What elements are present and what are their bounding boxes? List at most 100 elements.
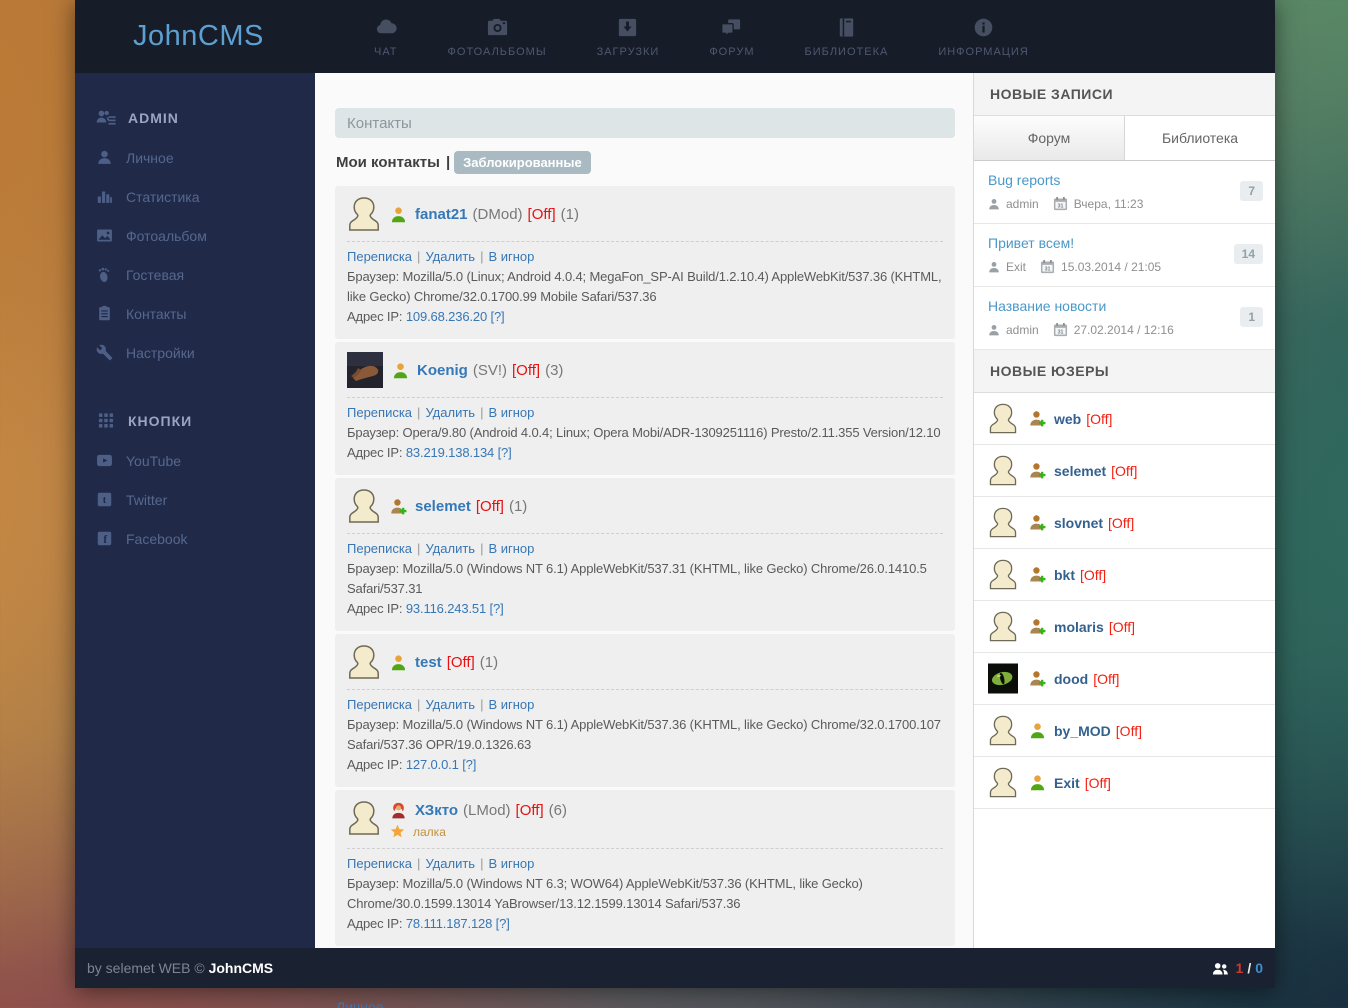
ip-link[interactable]: 78.111.187.128 <box>406 916 492 931</box>
nav-item-information[interactable]: ИНФОРМАЦИЯ <box>913 16 1053 58</box>
action-delete-link[interactable]: Удалить <box>425 541 475 556</box>
calendar-icon <box>1053 322 1068 337</box>
avatar[interactable] <box>347 488 381 524</box>
user-name-link[interactable]: molaris <box>1054 619 1104 635</box>
contact-name-link[interactable]: test <box>415 654 442 671</box>
user-add-status-icon <box>1029 670 1046 687</box>
avatar[interactable] <box>347 644 381 680</box>
admin-users-icon <box>96 109 116 126</box>
nav-item-downloads[interactable]: ЗАГРУЗКИ <box>572 16 685 58</box>
contact-name-link[interactable]: fanat21 <box>415 206 468 223</box>
sidebar-item-facebook[interactable]: Facebook <box>75 519 315 558</box>
sidebar-item-label: YouTube <box>126 453 181 469</box>
cloud-icon <box>374 16 397 39</box>
action-messages-link[interactable]: Переписка <box>347 697 412 712</box>
ip-link[interactable]: 109.68.236.20 <box>406 309 487 324</box>
ip-link[interactable]: 83.219.138.134 <box>406 445 494 460</box>
avatar[interactable] <box>988 558 1018 591</box>
post-date: Вчера, 11:23 <box>1074 197 1144 211</box>
avatar[interactable] <box>988 610 1018 643</box>
personal-link[interactable]: Личное <box>336 999 384 1008</box>
camera-icon <box>486 16 509 39</box>
sidebar-item-guestbook[interactable]: Гостевая <box>75 255 315 294</box>
action-messages-link[interactable]: Переписка <box>347 541 412 556</box>
contact-name-link[interactable]: ХЗкто <box>415 802 458 819</box>
ip-help-link[interactable]: [?] <box>462 757 476 772</box>
status-offline: [Off] <box>516 802 544 819</box>
ip-help-link[interactable]: [?] <box>498 445 512 460</box>
user-name-link[interactable]: dood <box>1054 671 1088 687</box>
contact-role: (SV!) <box>473 362 507 379</box>
avatar[interactable] <box>988 766 1018 799</box>
tab-library[interactable]: Библиотека <box>1125 116 1275 160</box>
action-delete-link[interactable]: Удалить <box>425 249 475 264</box>
blocked-button[interactable]: Заблокированные <box>454 151 591 174</box>
action-messages-link[interactable]: Переписка <box>347 405 412 420</box>
action-messages-link[interactable]: Переписка <box>347 249 412 264</box>
avatar[interactable] <box>988 506 1018 539</box>
ip-link[interactable]: 93.116.243.51 <box>406 601 486 616</box>
avatar[interactable] <box>988 662 1018 695</box>
tab-forum[interactable]: Форум <box>974 116 1125 160</box>
avatar[interactable] <box>347 196 381 232</box>
user-name-link[interactable]: by_MOD <box>1054 723 1111 739</box>
tab-my-contacts[interactable]: Мои контакты <box>336 154 440 171</box>
nav-item-chat[interactable]: ЧАТ <box>349 16 423 58</box>
action-ignore-link[interactable]: В игнор <box>488 856 534 871</box>
sidebar-item-photoalbum[interactable]: Фотоальбом <box>75 216 315 255</box>
nav-item-forum[interactable]: ФОРУМ <box>684 16 779 58</box>
user-add-status-icon <box>390 498 407 515</box>
post-title-link[interactable]: Привет всем! <box>988 235 1261 251</box>
user-name-link[interactable]: slovnet <box>1054 515 1103 531</box>
avatar[interactable] <box>988 714 1018 747</box>
avatar[interactable] <box>988 454 1018 487</box>
subnav-divider: | <box>446 154 450 171</box>
left-sidebar: ADMIN Личное Статистика Фотоальбом Госте… <box>75 73 315 948</box>
post-title-link[interactable]: Bug reports <box>988 172 1261 188</box>
action-ignore-link[interactable]: В игнор <box>488 405 534 420</box>
page-title: Контакты <box>335 108 955 138</box>
app-window: JohnCMS ЧАТ ФОТОАЛЬБОМЫ ЗАГРУЗКИ ФОРУМ Б… <box>75 0 1275 988</box>
avatar[interactable] <box>347 352 383 388</box>
sidebar-item-twitter[interactable]: Twitter <box>75 480 315 519</box>
user-name-link[interactable]: bkt <box>1054 567 1075 583</box>
contact-caption: лалка <box>413 825 446 839</box>
user-add-status-icon <box>1029 514 1046 531</box>
user-name-link[interactable]: web <box>1054 411 1081 427</box>
ip-help-link[interactable]: [?] <box>491 309 505 324</box>
action-delete-link[interactable]: Удалить <box>425 405 475 420</box>
browser-value: Mozilla/5.0 (Windows NT 6.1) AppleWebKit… <box>347 717 941 752</box>
nav-item-photoalbums[interactable]: ФОТОАЛЬБОМЫ <box>423 16 572 58</box>
info-icon <box>972 16 995 39</box>
sidebar-item-youtube[interactable]: YouTube <box>75 441 315 480</box>
sidebar-section-title: КНОПКИ <box>128 413 192 429</box>
sidebar-item-settings[interactable]: Настройки <box>75 333 315 372</box>
avatar[interactable] <box>347 800 381 836</box>
action-ignore-link[interactable]: В игнор <box>488 697 534 712</box>
star-icon <box>390 824 405 839</box>
user-name-link[interactable]: selemet <box>1054 463 1106 479</box>
nav-label: ФОТОАЛЬБОМЫ <box>448 46 547 58</box>
action-delete-link[interactable]: Удалить <box>425 856 475 871</box>
action-delete-link[interactable]: Удалить <box>425 697 475 712</box>
action-ignore-link[interactable]: В игнор <box>488 249 534 264</box>
sidebar-item-contacts[interactable]: Контакты <box>75 294 315 333</box>
sidebar-item-statistics[interactable]: Статистика <box>75 177 315 216</box>
user-row: selemet [Off] <box>974 445 1275 497</box>
contact-name-link[interactable]: Koenig <box>417 362 468 379</box>
ip-help-link[interactable]: [?] <box>496 916 510 931</box>
ip-link[interactable]: 127.0.0.1 <box>406 757 459 772</box>
ip-help-link[interactable]: [?] <box>490 601 504 616</box>
user-name-link[interactable]: Exit <box>1054 775 1080 791</box>
contact-name-link[interactable]: selemet <box>415 498 471 515</box>
avatar[interactable] <box>988 402 1018 435</box>
post-title-link[interactable]: Название новости <box>988 298 1261 314</box>
sidebar-item-personal[interactable]: Личное <box>75 138 315 177</box>
user-status-icon <box>1029 774 1046 791</box>
action-messages-link[interactable]: Переписка <box>347 856 412 871</box>
action-ignore-link[interactable]: В игнор <box>488 541 534 556</box>
nav-item-library[interactable]: БИБЛИОТЕКА <box>779 16 913 58</box>
johncms-logo[interactable]: JohnCMS <box>133 20 301 53</box>
user-row: bkt [Off] <box>974 549 1275 601</box>
footer-brand-link[interactable]: JohnCMS <box>209 960 274 976</box>
